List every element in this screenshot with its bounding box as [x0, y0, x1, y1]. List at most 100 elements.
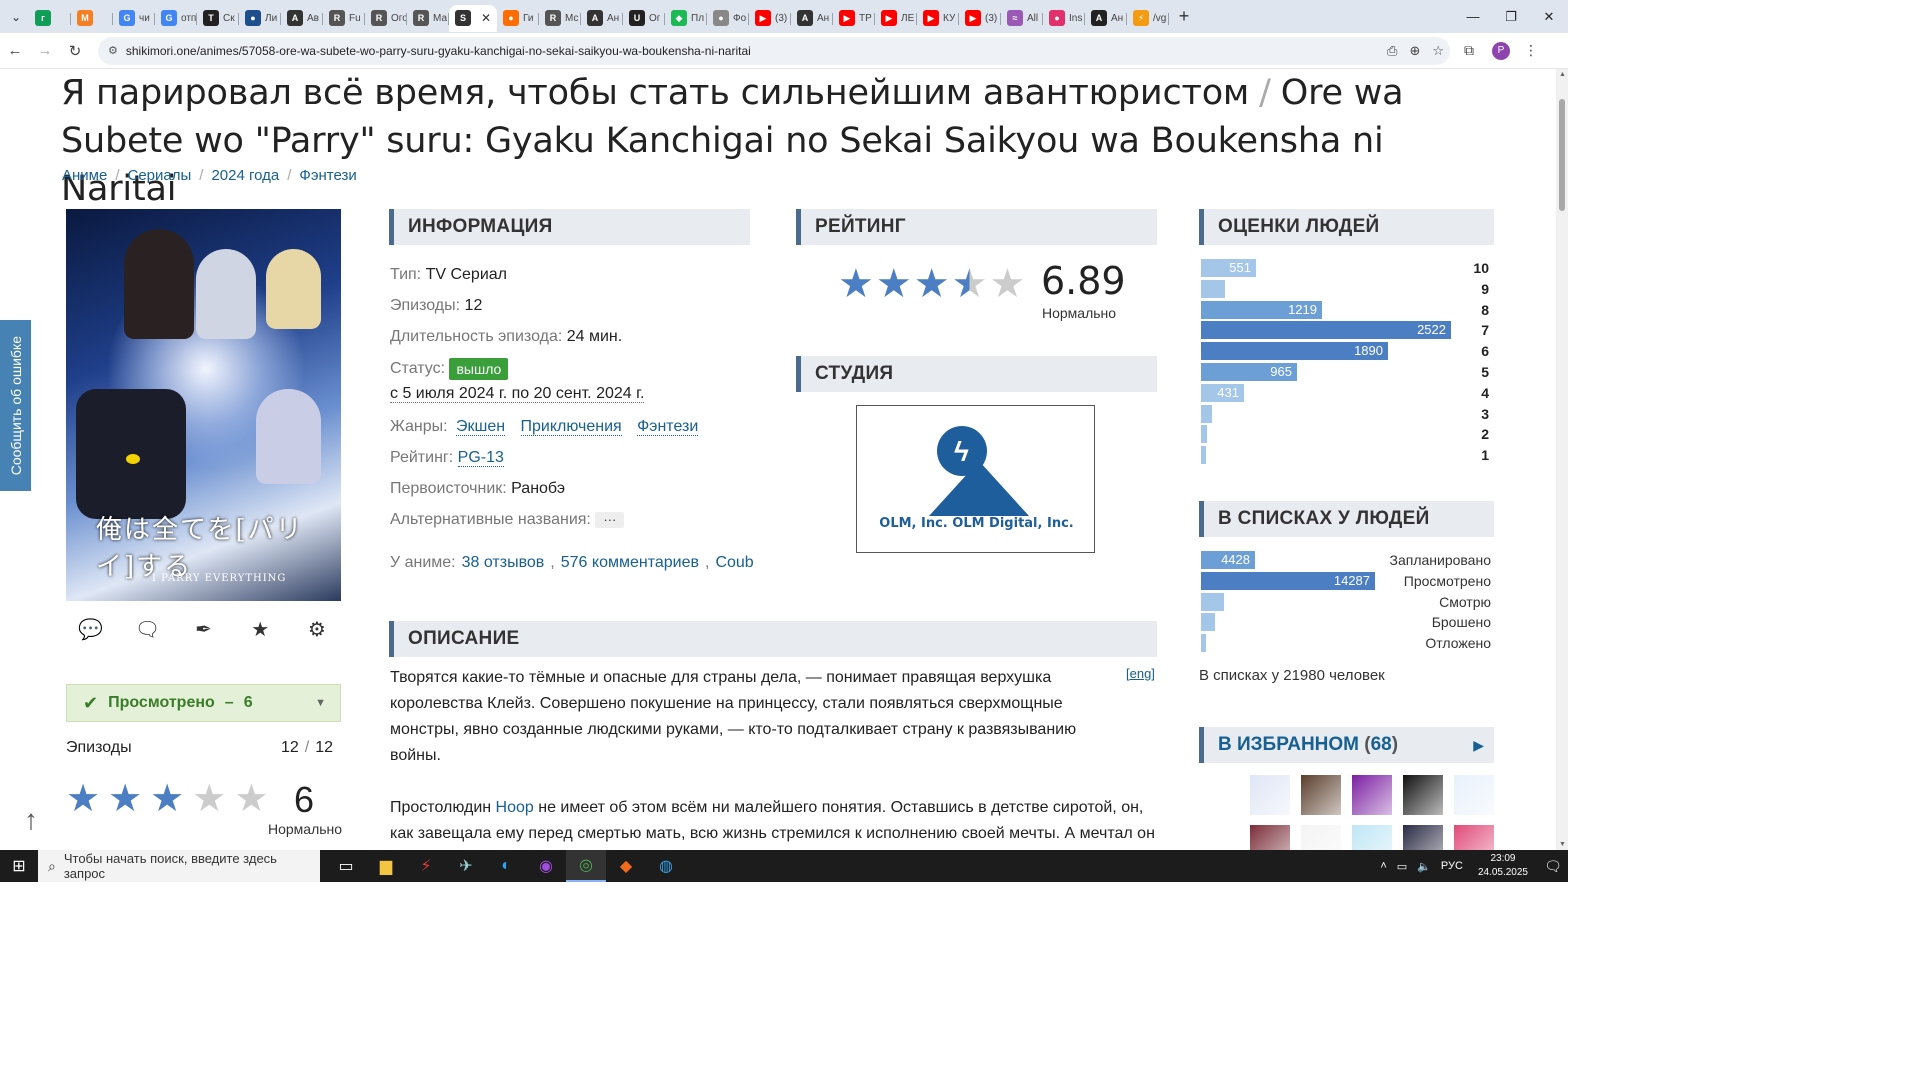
browser-tab[interactable]: A Ав [281, 5, 323, 32]
browser-tab[interactable]: Gотп [155, 5, 197, 32]
age-rating-link[interactable]: PG-13 [457, 449, 504, 467]
extensions-icon[interactable]: ⧉ [1464, 42, 1474, 59]
scrollbar-thumb[interactable] [1559, 99, 1565, 211]
new-tab-button[interactable]: + [1169, 6, 1199, 27]
bar[interactable] [1201, 446, 1206, 465]
favorite-avatar[interactable] [1301, 775, 1341, 815]
forward-button[interactable]: → [30, 42, 60, 59]
character-link[interactable]: Ноор [496, 799, 534, 816]
breadcrumb-link[interactable]: Фэнтези [299, 167, 356, 184]
anime-poster[interactable]: 俺は全てを[パリイ]する I PARRY EVERYTHING [66, 209, 341, 601]
breadcrumb-link[interactable]: 2024 года [211, 167, 279, 184]
discussion-icon[interactable]: 🗨 [135, 617, 160, 642]
review-quill-icon[interactable]: ✒ [192, 617, 216, 642]
app-icon[interactable]: ◉ [526, 850, 566, 882]
profile-avatar[interactable]: P [1492, 41, 1510, 60]
install-app-icon[interactable]: ⎙ [1387, 43, 1397, 59]
favorites-header[interactable]: В ИЗБРАННОМ (68) ▶ [1199, 727, 1494, 763]
browser-tab[interactable]: R Ма [407, 5, 449, 32]
favorite-avatar[interactable] [1250, 825, 1290, 850]
back-button[interactable]: ← [0, 42, 30, 59]
file-explorer-icon[interactable]: ▆ [366, 850, 406, 882]
minimize-button[interactable]: — [1454, 0, 1492, 33]
browser-tab[interactable]: ▶ (3) [959, 5, 1001, 32]
app-icon[interactable]: ⚡ [406, 850, 446, 882]
reviews-link[interactable]: 38 отзывов [462, 554, 545, 572]
browser-tab[interactable]: R Ого [365, 5, 407, 32]
breadcrumb-link[interactable]: Сериалы [128, 167, 192, 184]
edge-icon[interactable]: ◍ [646, 850, 686, 882]
taskbar-search[interactable]: ⌕ Чтобы начать поиск, введите здесь запр… [38, 850, 320, 882]
bar[interactable]: 14287 [1201, 571, 1375, 590]
breadcrumb-link[interactable]: Аниме [62, 167, 107, 184]
user-list-status-button[interactable]: ✔ Просмотрено – 6 ▼ [66, 684, 341, 722]
favorite-avatar[interactable] [1454, 775, 1494, 815]
browser-tab[interactable]: г [29, 5, 71, 32]
favorite-avatar[interactable] [1403, 825, 1443, 850]
app-icon[interactable]: ✈ [446, 850, 486, 882]
language-indicator[interactable]: РУС [1441, 860, 1463, 872]
url-field[interactable]: ⚙ shikimori.one/animes/57058-ore-wa-sube… [98, 36, 1450, 65]
browser-tab[interactable]: ◆ Пл [665, 5, 707, 32]
browser-tab[interactable]: A Ан [791, 5, 833, 32]
genre-link[interactable]: Приключения [520, 418, 622, 436]
bar[interactable] [1201, 613, 1215, 632]
settings-gears-icon[interactable]: ⚙ [305, 617, 329, 642]
site-info-icon[interactable]: ⚙ [108, 44, 118, 57]
browser-tab[interactable]: ● Фо [707, 5, 749, 32]
comments-link[interactable]: 576 комментариев [561, 554, 699, 572]
studio-logo[interactable]: ϟ OLM, Inc. OLM Digital, Inc. [856, 405, 1095, 553]
browser-tab[interactable]: Gчи [113, 5, 155, 32]
browser-tab[interactable]: ⚡ /vg [1127, 5, 1169, 32]
bar[interactable] [1201, 404, 1212, 423]
task-view-icon[interactable]: ▭ [326, 850, 366, 882]
browser-tab[interactable]: ● Ги [497, 5, 539, 32]
maximize-button[interactable]: ❐ [1492, 0, 1530, 33]
bookmark-star-icon[interactable]: ☆ [1432, 43, 1444, 59]
app-icon[interactable]: ◐ [486, 850, 526, 882]
favorite-avatar[interactable] [1352, 775, 1392, 815]
bar[interactable] [1201, 634, 1206, 653]
bar[interactable] [1201, 592, 1224, 611]
browser-tab[interactable]: R Fu [323, 5, 365, 32]
tab-search-button[interactable]: ⌄ [3, 4, 29, 30]
chevron-down-icon[interactable]: ▼ [315, 697, 326, 709]
bar[interactable]: 2522 [1201, 321, 1451, 340]
comments-icon[interactable]: 💬 [78, 617, 103, 642]
browser-tab[interactable]: ● Ли [239, 5, 281, 32]
star-icon[interactable]: ★ [234, 779, 268, 819]
tray-chevron-icon[interactable]: ˄ [1380, 860, 1386, 872]
report-error-tab[interactable]: Сообщить об ошибке [0, 320, 31, 491]
favorite-avatar[interactable] [1352, 825, 1392, 850]
browser-tab[interactable]: ▶ ТР [833, 5, 875, 32]
star-icon[interactable]: ★ [150, 779, 184, 819]
browser-tab[interactable]: T Ск [197, 5, 239, 32]
browser-tab[interactable]: ● Ins [1043, 5, 1085, 32]
chrome-icon[interactable]: ◎ [566, 850, 606, 882]
reload-button[interactable]: ↻ [60, 42, 90, 60]
bar[interactable] [1201, 425, 1207, 444]
browser-tab[interactable]: A Ан [1085, 5, 1127, 32]
browser-tab[interactable]: M [71, 5, 113, 32]
bar[interactable] [1201, 279, 1225, 298]
notifications-icon[interactable]: 🗨 [1538, 858, 1568, 875]
browser-tab[interactable]: ≈ All [1001, 5, 1043, 32]
favorite-avatar[interactable] [1250, 775, 1290, 815]
bar[interactable]: 1890 [1201, 342, 1388, 361]
page-scrollbar[interactable]: ▲ ▼ [1556, 69, 1568, 850]
favorite-avatar[interactable] [1454, 825, 1494, 850]
episodes-watched[interactable]: 12 [281, 739, 299, 756]
alt-names-expand-button[interactable]: ··· [595, 511, 625, 528]
star-icon[interactable]: ★ [108, 779, 142, 819]
favorite-avatar[interactable] [1301, 825, 1341, 850]
close-icon[interactable]: ✕ [481, 11, 491, 25]
bar[interactable]: 431 [1201, 383, 1244, 402]
zoom-icon[interactable]: ⊕ [1409, 43, 1420, 59]
air-dates[interactable]: с 5 июля 2024 г. по 20 сент. 2024 г. [390, 385, 645, 403]
browser-tab[interactable]: U Ог [623, 5, 665, 32]
close-window-button[interactable]: ✕ [1530, 0, 1568, 33]
clock[interactable]: 23:09 24.05.2025 [1478, 852, 1528, 880]
browser-tab[interactable]: ▶ КУ [917, 5, 959, 32]
bar[interactable]: 551 [1201, 259, 1256, 277]
star-icon[interactable]: ★ [66, 779, 100, 819]
